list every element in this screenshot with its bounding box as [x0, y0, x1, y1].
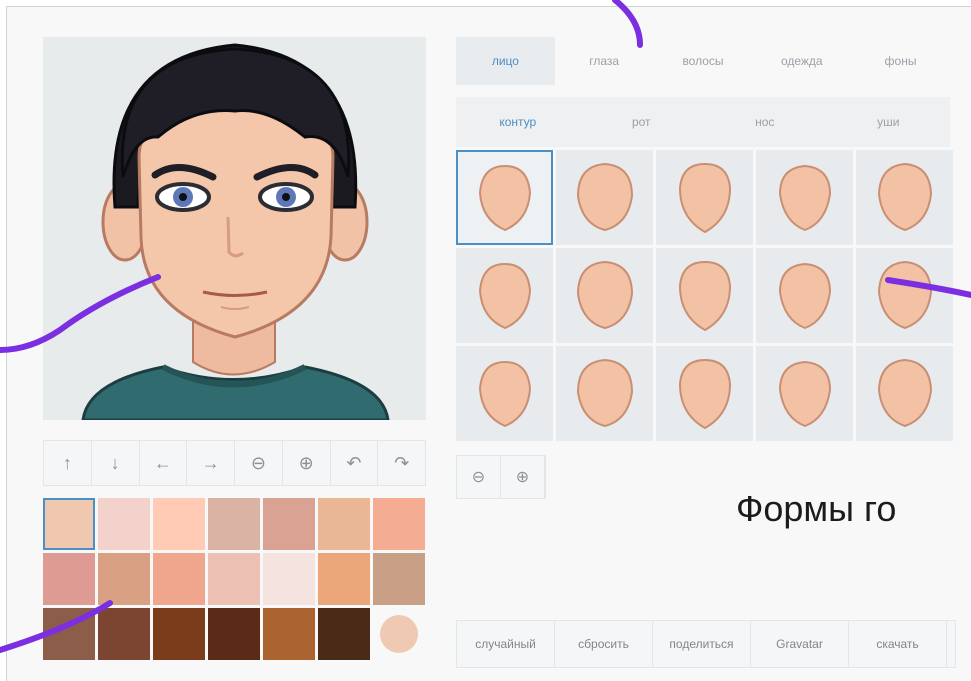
face-shape-icon — [778, 164, 831, 231]
skin-swatch[interactable] — [318, 553, 370, 605]
skin-palette — [43, 498, 426, 660]
arrow-down-icon[interactable]: ↓ — [92, 441, 140, 485]
action-button-3[interactable]: Gravatar — [751, 621, 849, 667]
subcategory-tabs: контур рот нос уши — [456, 97, 950, 147]
face-shape-option[interactable] — [856, 346, 953, 441]
skin-swatch[interactable] — [373, 498, 425, 550]
skin-swatch[interactable] — [153, 498, 205, 550]
skin-swatch[interactable] — [98, 608, 150, 660]
face-shape-icon — [778, 262, 831, 329]
face-shape-icon — [576, 260, 633, 329]
face-shape-option[interactable] — [756, 248, 853, 343]
overlay-caption: Формы го — [736, 488, 897, 529]
action-button-0[interactable]: случайный — [457, 621, 555, 667]
undo-icon[interactable]: ↶ — [331, 441, 379, 485]
subtab-3[interactable]: уши — [827, 97, 951, 147]
skin-swatch[interactable] — [208, 553, 260, 605]
grid-zoom-controls: ⊖ ⊕ — [456, 455, 546, 499]
skin-swatch[interactable] — [318, 608, 370, 660]
zoom-out-icon[interactable]: ⊖ — [235, 441, 283, 485]
subtab-2[interactable]: нос — [703, 97, 827, 147]
subtab-1[interactable]: рот — [580, 97, 704, 147]
face-shape-icon — [877, 162, 932, 231]
skin-swatch[interactable] — [263, 553, 315, 605]
face-shape-icon — [576, 162, 633, 231]
face-shape-option[interactable] — [456, 346, 553, 441]
face-shape-grid — [456, 150, 953, 443]
skin-swatch[interactable] — [98, 553, 150, 605]
skin-swatch[interactable] — [318, 498, 370, 550]
action-buttons: случайный сбросить поделиться Gravatar скача… — [456, 620, 956, 668]
subtab-0[interactable]: контур — [456, 97, 580, 147]
face-shape-option[interactable] — [456, 248, 553, 343]
face-shape-icon — [877, 358, 932, 427]
tab-0[interactable]: лицо — [456, 37, 555, 85]
face-shape-option[interactable] — [856, 248, 953, 343]
skin-swatch[interactable] — [98, 498, 150, 550]
skin-swatch[interactable] — [263, 608, 315, 660]
face-shape-icon — [778, 360, 831, 427]
tab-2[interactable]: волосы — [654, 37, 753, 85]
skin-swatch[interactable] — [43, 553, 95, 605]
face-shape-option[interactable] — [656, 346, 753, 441]
skin-swatch[interactable] — [43, 498, 95, 550]
face-shape-option[interactable] — [856, 150, 953, 245]
face-shape-option[interactable] — [656, 150, 753, 245]
face-shape-icon — [877, 260, 932, 329]
face-shape-icon — [678, 260, 731, 331]
face-shape-icon — [478, 262, 531, 329]
tab-4[interactable]: фоны — [851, 37, 950, 85]
skin-swatch[interactable] — [373, 553, 425, 605]
arrow-left-icon[interactable]: ← — [140, 441, 188, 485]
face-shape-option[interactable] — [656, 248, 753, 343]
skin-swatch[interactable] — [43, 608, 95, 660]
action-button-1[interactable]: сбросить — [555, 621, 653, 667]
avatar-toolbar: ↑ ↓ ← → ⊖ ⊕ ↶ ↷ — [43, 440, 426, 486]
current-skin-preview[interactable] — [373, 608, 425, 660]
grid-zoom-out-icon[interactable]: ⊖ — [457, 456, 501, 498]
avatar-image — [81, 43, 390, 420]
action-button-2[interactable]: поделиться — [653, 621, 751, 667]
face-shape-option[interactable] — [556, 150, 653, 245]
face-shape-option[interactable] — [456, 150, 553, 245]
avatar-preview — [43, 37, 426, 420]
action-button-4[interactable]: скачать — [849, 621, 947, 667]
redo-icon[interactable]: ↷ — [378, 441, 425, 485]
skin-swatch[interactable] — [263, 498, 315, 550]
arrow-right-icon[interactable]: → — [187, 441, 235, 485]
skin-swatch[interactable] — [208, 498, 260, 550]
skin-swatch[interactable] — [153, 608, 205, 660]
tab-3[interactable]: одежда — [752, 37, 851, 85]
face-shape-icon — [678, 162, 731, 233]
face-shape-option[interactable] — [756, 150, 853, 245]
tab-1[interactable]: глаза — [555, 37, 654, 85]
skin-swatch[interactable] — [208, 608, 260, 660]
face-shape-icon — [478, 164, 531, 231]
arrow-up-icon[interactable]: ↑ — [44, 441, 92, 485]
category-tabs: лицо глаза волосы одежда фоны — [456, 37, 950, 85]
zoom-in-icon[interactable]: ⊕ — [283, 441, 331, 485]
face-shape-icon — [478, 360, 531, 427]
skin-swatch[interactable] — [153, 553, 205, 605]
face-shape-option[interactable] — [556, 346, 653, 441]
face-shape-option[interactable] — [556, 248, 653, 343]
grid-zoom-in-icon[interactable]: ⊕ — [501, 456, 545, 498]
face-shape-icon — [678, 358, 731, 429]
face-shape-option[interactable] — [756, 346, 853, 441]
face-shape-icon — [576, 358, 633, 427]
